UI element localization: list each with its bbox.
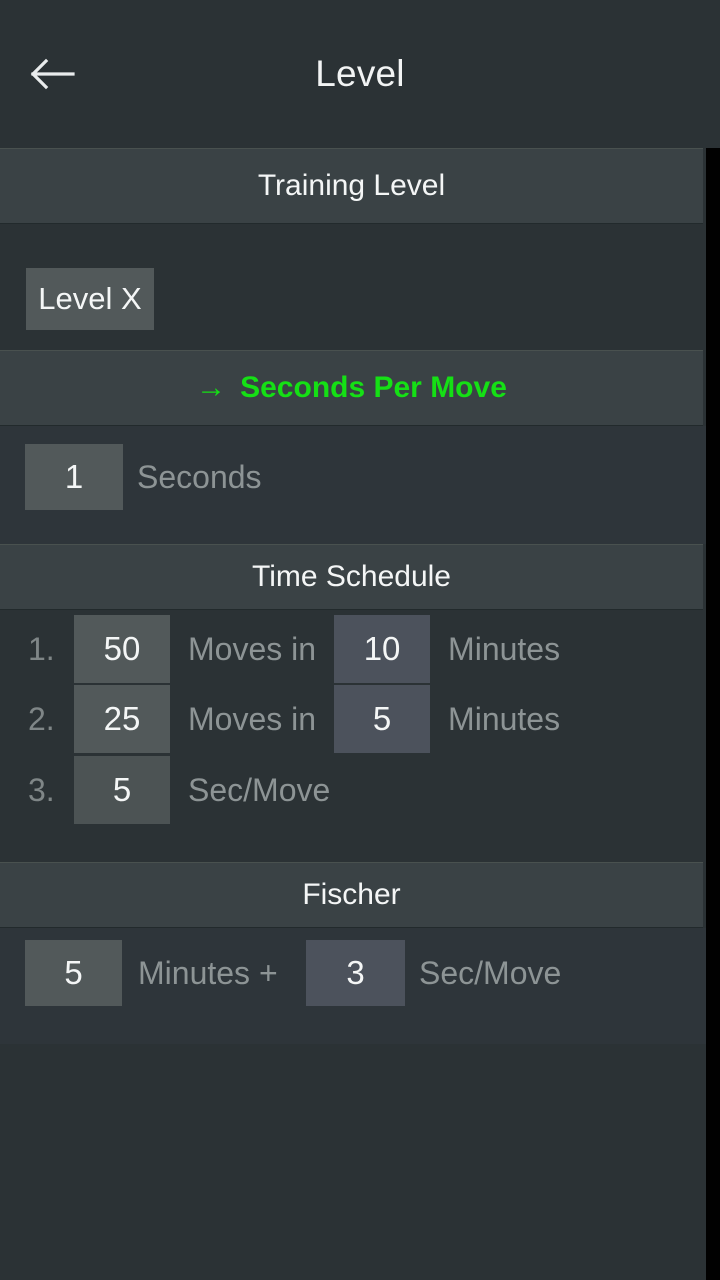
- minutes-label: Minutes: [448, 630, 561, 667]
- scrollbar-gutter[interactable]: [706, 148, 720, 1280]
- minutes-label: Minutes: [448, 700, 561, 737]
- row-number: 2.: [28, 700, 55, 737]
- row-number: 3.: [28, 771, 55, 808]
- time-schedule-row: 1. 50 Moves in 10 Minutes: [0, 614, 560, 684]
- minutes-value[interactable]: 5: [334, 685, 431, 753]
- sec-per-move-value[interactable]: 5: [74, 756, 170, 824]
- fischer-minutes-label: Minutes +: [138, 954, 278, 991]
- moves-label: Moves in: [188, 700, 317, 737]
- fischer-minutes-value[interactable]: 5: [25, 940, 122, 1006]
- section-header-time-schedule[interactable]: Time Schedule: [0, 544, 703, 610]
- time-schedule-row: 2. 25 Moves in 5 Minutes: [0, 684, 560, 754]
- section-header-training-level[interactable]: Training Level: [0, 148, 703, 224]
- row-number: 1.: [28, 630, 55, 667]
- time-schedule-row: 3. 5 Sec/Move: [0, 755, 348, 825]
- section-body-seconds-per-move: 1 Seconds: [0, 426, 706, 544]
- title-bar: Level: [0, 0, 720, 148]
- sec-per-move-label: Sec/Move: [188, 771, 331, 808]
- level-select-button[interactable]: Level X: [26, 268, 154, 330]
- seconds-per-move-value[interactable]: 1: [25, 444, 123, 510]
- section-title-time-schedule: Time Schedule: [252, 560, 451, 593]
- section-body-time-schedule: 1. 50 Moves in 10 Minutes 2. 25 Moves in…: [0, 610, 706, 862]
- section-title-seconds-per-move: Seconds Per Move: [240, 371, 507, 404]
- section-title-fischer: Fischer: [302, 878, 401, 911]
- moves-value[interactable]: 25: [74, 685, 170, 753]
- fischer-seconds-label: Sec/Move: [419, 954, 562, 991]
- moves-value[interactable]: 50: [74, 615, 170, 683]
- page-title: Level: [315, 53, 405, 94]
- arrow-right-icon: →: [196, 371, 227, 404]
- section-body-training-level: Level X: [0, 224, 706, 350]
- section-header-fischer[interactable]: Fischer: [0, 862, 703, 928]
- settings-scroll-content: Training Level Level X → Seconds Per Mov…: [0, 148, 706, 1280]
- fischer-seconds-value[interactable]: 3: [306, 940, 405, 1006]
- section-body-fischer: 5 Minutes + 3 Sec/Move: [0, 928, 706, 1044]
- moves-label: Moves in: [188, 630, 317, 667]
- section-title-training-level: Training Level: [257, 169, 446, 202]
- minutes-value[interactable]: 10: [334, 615, 431, 683]
- app-screen: Level Training Level Level X → Seconds P…: [0, 0, 720, 1280]
- section-header-seconds-per-move[interactable]: → Seconds Per Move: [0, 350, 703, 426]
- seconds-per-move-unit-label: Seconds: [137, 458, 262, 495]
